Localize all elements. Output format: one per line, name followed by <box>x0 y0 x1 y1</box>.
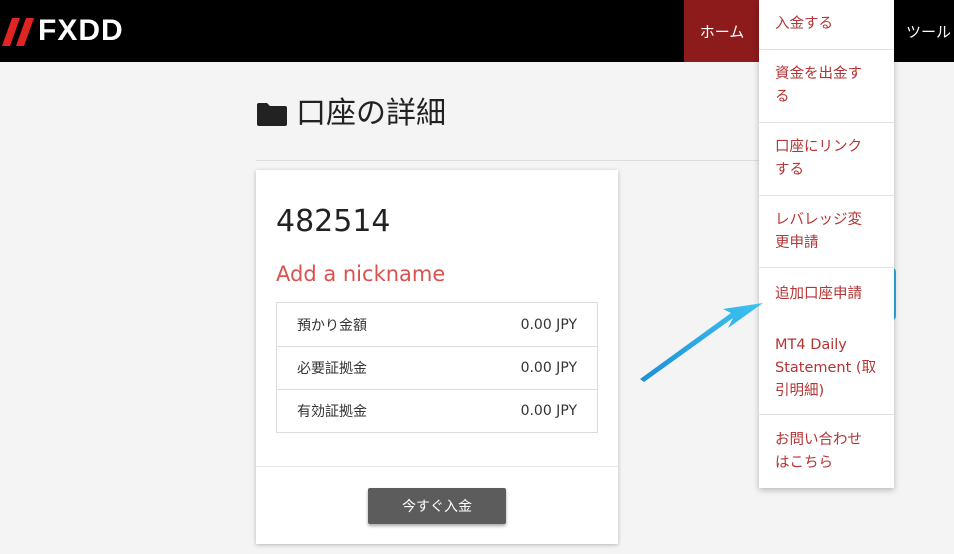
equity-value: 0.00 JPY <box>520 403 577 419</box>
logo-slashes-icon <box>2 18 34 46</box>
menu-item-leverage-change[interactable]: レバレッジ変 更申請 <box>759 196 894 268</box>
table-row: 必要証拠金 0.00 JPY <box>277 346 597 389</box>
menu-item-mt4-statement[interactable]: MT4 Daily Statement (取 引明細) <box>759 322 894 415</box>
balance-table: 預かり金額 0.00 JPY 必要証拠金 0.00 JPY 有効証拠金 0.00… <box>276 302 598 433</box>
card-divider <box>256 466 618 467</box>
nav-tools[interactable]: ツール <box>906 0 951 62</box>
table-row: 預かり金額 0.00 JPY <box>277 303 597 346</box>
page-title: 口座の詳細 <box>256 92 446 136</box>
menu-item-link-account[interactable]: 口座にリンク する <box>759 123 894 196</box>
nav-home[interactable]: ホーム <box>684 0 760 62</box>
menu-item-contact[interactable]: お問い合わせ はこちら <box>759 415 894 488</box>
equity-label: 有効証拠金 <box>297 404 367 420</box>
deposit-now-button[interactable]: 今すぐ入金 <box>368 488 506 524</box>
account-card: 482514 Add a nickname 預かり金額 0.00 JPY 必要証… <box>256 170 618 544</box>
menu-item-deposit[interactable]: 入金する <box>759 0 894 50</box>
page-title-text: 口座の詳細 <box>296 96 446 131</box>
title-divider <box>256 160 776 161</box>
margin-value: 0.00 JPY <box>520 360 577 376</box>
menu-item-additional-account[interactable]: 追加口座申請 <box>759 268 894 320</box>
margin-label: 必要証拠金 <box>297 361 367 377</box>
account-number: 482514 <box>276 204 391 239</box>
logo-text: FXDD <box>38 14 124 47</box>
folder-icon <box>257 103 287 126</box>
balance-label: 預かり金額 <box>297 317 367 334</box>
balance-value: 0.00 JPY <box>520 316 577 333</box>
menu-item-withdraw[interactable]: 資金を出金す る <box>759 50 894 123</box>
fxdd-logo[interactable]: FXDD <box>0 14 124 48</box>
table-row: 有効証拠金 0.00 JPY <box>277 389 597 432</box>
add-nickname-link[interactable]: Add a nickname <box>276 262 445 286</box>
